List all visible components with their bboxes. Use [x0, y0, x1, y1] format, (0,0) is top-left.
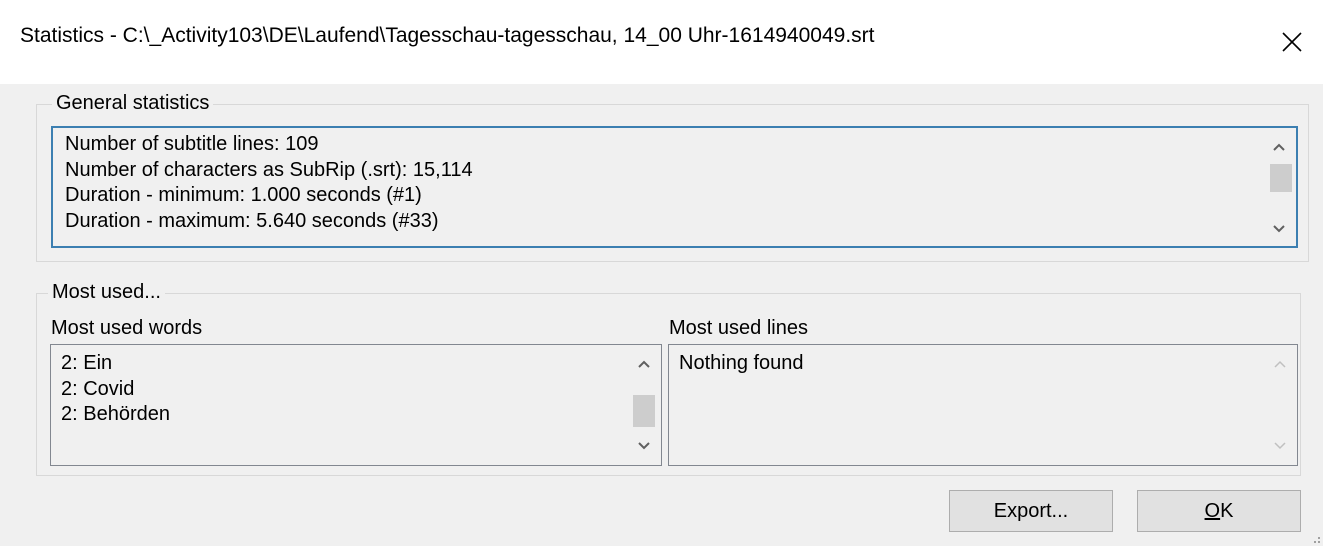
most-used-lines-list[interactable]: Nothing found: [668, 344, 1298, 466]
general-statistics-text[interactable]: Number of subtitle lines: 109 Number of …: [51, 126, 1298, 248]
general-scrollbar[interactable]: [1262, 128, 1296, 246]
chevron-down-icon: [638, 442, 650, 450]
scroll-thumb[interactable]: [1270, 164, 1292, 192]
export-button[interactable]: Export...: [949, 490, 1113, 532]
most-used-words-label: Most used words: [51, 317, 203, 339]
scroll-thumb[interactable]: [633, 395, 655, 427]
scroll-down-button[interactable]: [627, 429, 661, 463]
general-statistics-legend: General statistics: [52, 92, 214, 115]
stat-line: Duration - maximum: 5.640 seconds (#33): [65, 209, 439, 232]
stat-line: Duration - minimum: 1.000 seconds (#1): [65, 184, 422, 206]
title-bar[interactable]: Statistics - C:\_Activity103\DE\Laufend\…: [0, 0, 1323, 84]
scroll-up-button: [1263, 347, 1297, 381]
ok-mnemonic: O: [1204, 499, 1221, 522]
scroll-down-button: [1263, 429, 1297, 463]
word-item: 2: Ein: [61, 352, 113, 374]
chevron-up-icon: [1274, 360, 1286, 368]
most-used-lines-label: Most used lines: [669, 317, 808, 339]
window-title: Statistics - C:\_Activity103\DE\Laufend\…: [20, 24, 875, 47]
statistics-dialog: Statistics - C:\_Activity103\DE\Laufend\…: [0, 0, 1323, 546]
resize-grip-icon[interactable]: [1309, 532, 1321, 544]
scroll-up-button[interactable]: [627, 347, 661, 381]
ok-label-rest: K: [1220, 499, 1234, 522]
word-item: 2: Behörden: [61, 403, 170, 425]
stat-line: Number of characters as SubRip (.srt): 1…: [65, 158, 473, 181]
chevron-down-icon: [1274, 442, 1286, 450]
word-item: 2: Covid: [61, 377, 135, 400]
most-used-legend: Most used...: [48, 281, 165, 304]
close-button[interactable]: [1261, 0, 1323, 84]
scroll-down-button[interactable]: [1262, 212, 1296, 246]
lines-lines: Nothing found: [679, 351, 804, 377]
close-icon: [1282, 32, 1302, 52]
general-statistics-lines: Number of subtitle lines: 109 Number of …: [65, 132, 473, 234]
words-scrollbar[interactable]: [627, 345, 661, 465]
chevron-up-icon: [638, 360, 650, 368]
words-lines: 2: Ein 2: Covid 2: Behörden: [61, 351, 170, 428]
ok-button[interactable]: OK: [1137, 490, 1301, 532]
stat-line: Number of subtitle lines: 109: [65, 133, 319, 155]
chevron-down-icon: [1273, 225, 1285, 233]
line-item: Nothing found: [679, 352, 804, 374]
scroll-up-button[interactable]: [1262, 130, 1296, 164]
most-used-words-list[interactable]: 2: Ein 2: Covid 2: Behörden: [50, 344, 662, 466]
lines-scrollbar: [1263, 345, 1297, 465]
chevron-up-icon: [1273, 143, 1285, 151]
